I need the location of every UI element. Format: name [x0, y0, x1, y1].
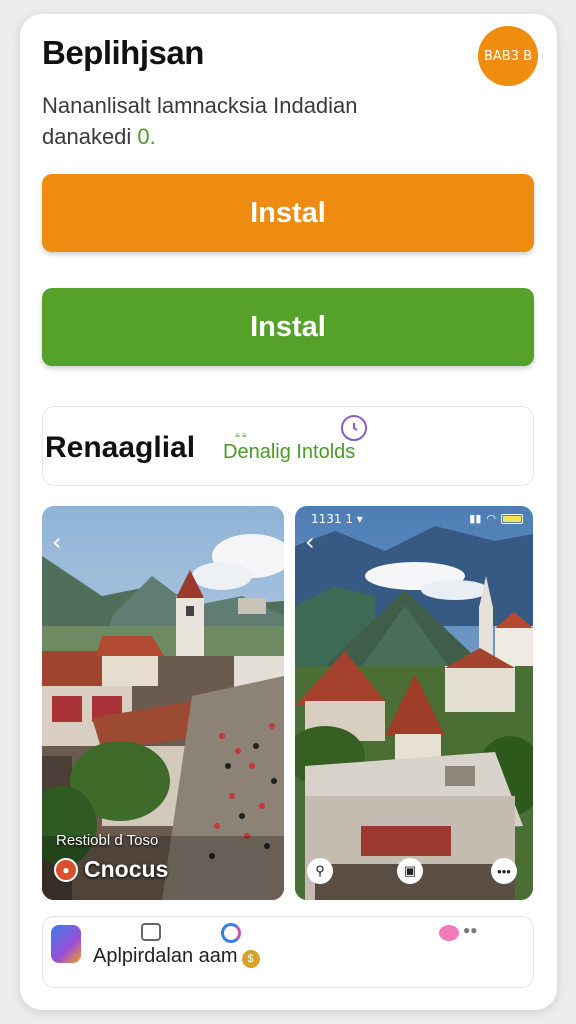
description-line-1: Nananlisalt lamnacksia Indadian — [42, 93, 358, 118]
screenshot-caption: Restiobl d Toso — [56, 832, 159, 849]
recommendation-tiny-label: ≡ ≡ — [235, 431, 247, 440]
footer-text: Aplpirdalan aam $ — [93, 945, 260, 968]
description-line-2: danakedi 0. — [42, 121, 482, 152]
lock-icon[interactable]: ▣ — [397, 858, 423, 884]
description-text: danakedi — [42, 124, 138, 149]
book-icon[interactable] — [141, 923, 161, 941]
location-icon[interactable]: ⚲ — [307, 858, 333, 884]
chevron-left-icon[interactable]: ‹ — [305, 528, 315, 556]
recommendation-title: Renaaglial — [45, 431, 196, 464]
heart-icon[interactable] — [439, 925, 459, 941]
footer-label: Aplpirdalan aam — [93, 945, 238, 967]
rating-badge[interactable]: BAB3 B — [478, 26, 538, 86]
app-logo-icon: ● — [54, 857, 78, 882]
recommendation-subtitle[interactable]: Denalig Intolds — [223, 441, 355, 464]
battery-icon — [501, 513, 523, 524]
screenshot-app-label: ● Cnocus — [54, 856, 168, 883]
recommendation-panel[interactable]: Renaaglial ≡ ≡ Denalig Intolds — [42, 406, 534, 486]
install-primary-button[interactable]: Instal — [42, 174, 534, 252]
description-accent: 0. — [137, 124, 156, 149]
more-icon[interactable]: ••• — [491, 858, 517, 884]
ring-icon[interactable] — [221, 923, 241, 943]
wifi-icon: ◠ — [486, 513, 496, 525]
signal-icon: ▮▮ — [469, 513, 482, 525]
clock-icon[interactable] — [341, 415, 367, 441]
dots-icon[interactable]: ●● — [463, 923, 478, 937]
volcano-town-illustration — [295, 506, 533, 900]
install-secondary-button[interactable]: Instal — [42, 288, 534, 366]
status-time: 1131 1 ▾ — [311, 512, 363, 526]
app-description: Nananlisalt lamnacksia Indadian danakedi… — [42, 90, 482, 152]
page-title: Beplihjsan — [42, 34, 204, 71]
screenshot-right[interactable]: 1131 1 ▾ ▮▮ ◠ ‹ ⚲ ▣ ••• — [295, 506, 533, 900]
status-icons: ▮▮ ◠ — [469, 512, 523, 525]
footer-app-bar[interactable]: ●● Aplpirdalan aam $ — [42, 916, 534, 988]
screenshot-app-name: Cnocus — [84, 856, 169, 882]
app-detail-card: Beplihjsan BAB3 B Nananlisalt lamnacksia… — [20, 14, 557, 1010]
chevron-left-icon[interactable]: ‹ — [52, 528, 62, 556]
screenshot-left[interactable]: ‹ Restiobl d Toso ● Cnocus — [42, 506, 284, 900]
coin-icon: $ — [241, 950, 260, 968]
app-shield-icon — [51, 925, 81, 963]
